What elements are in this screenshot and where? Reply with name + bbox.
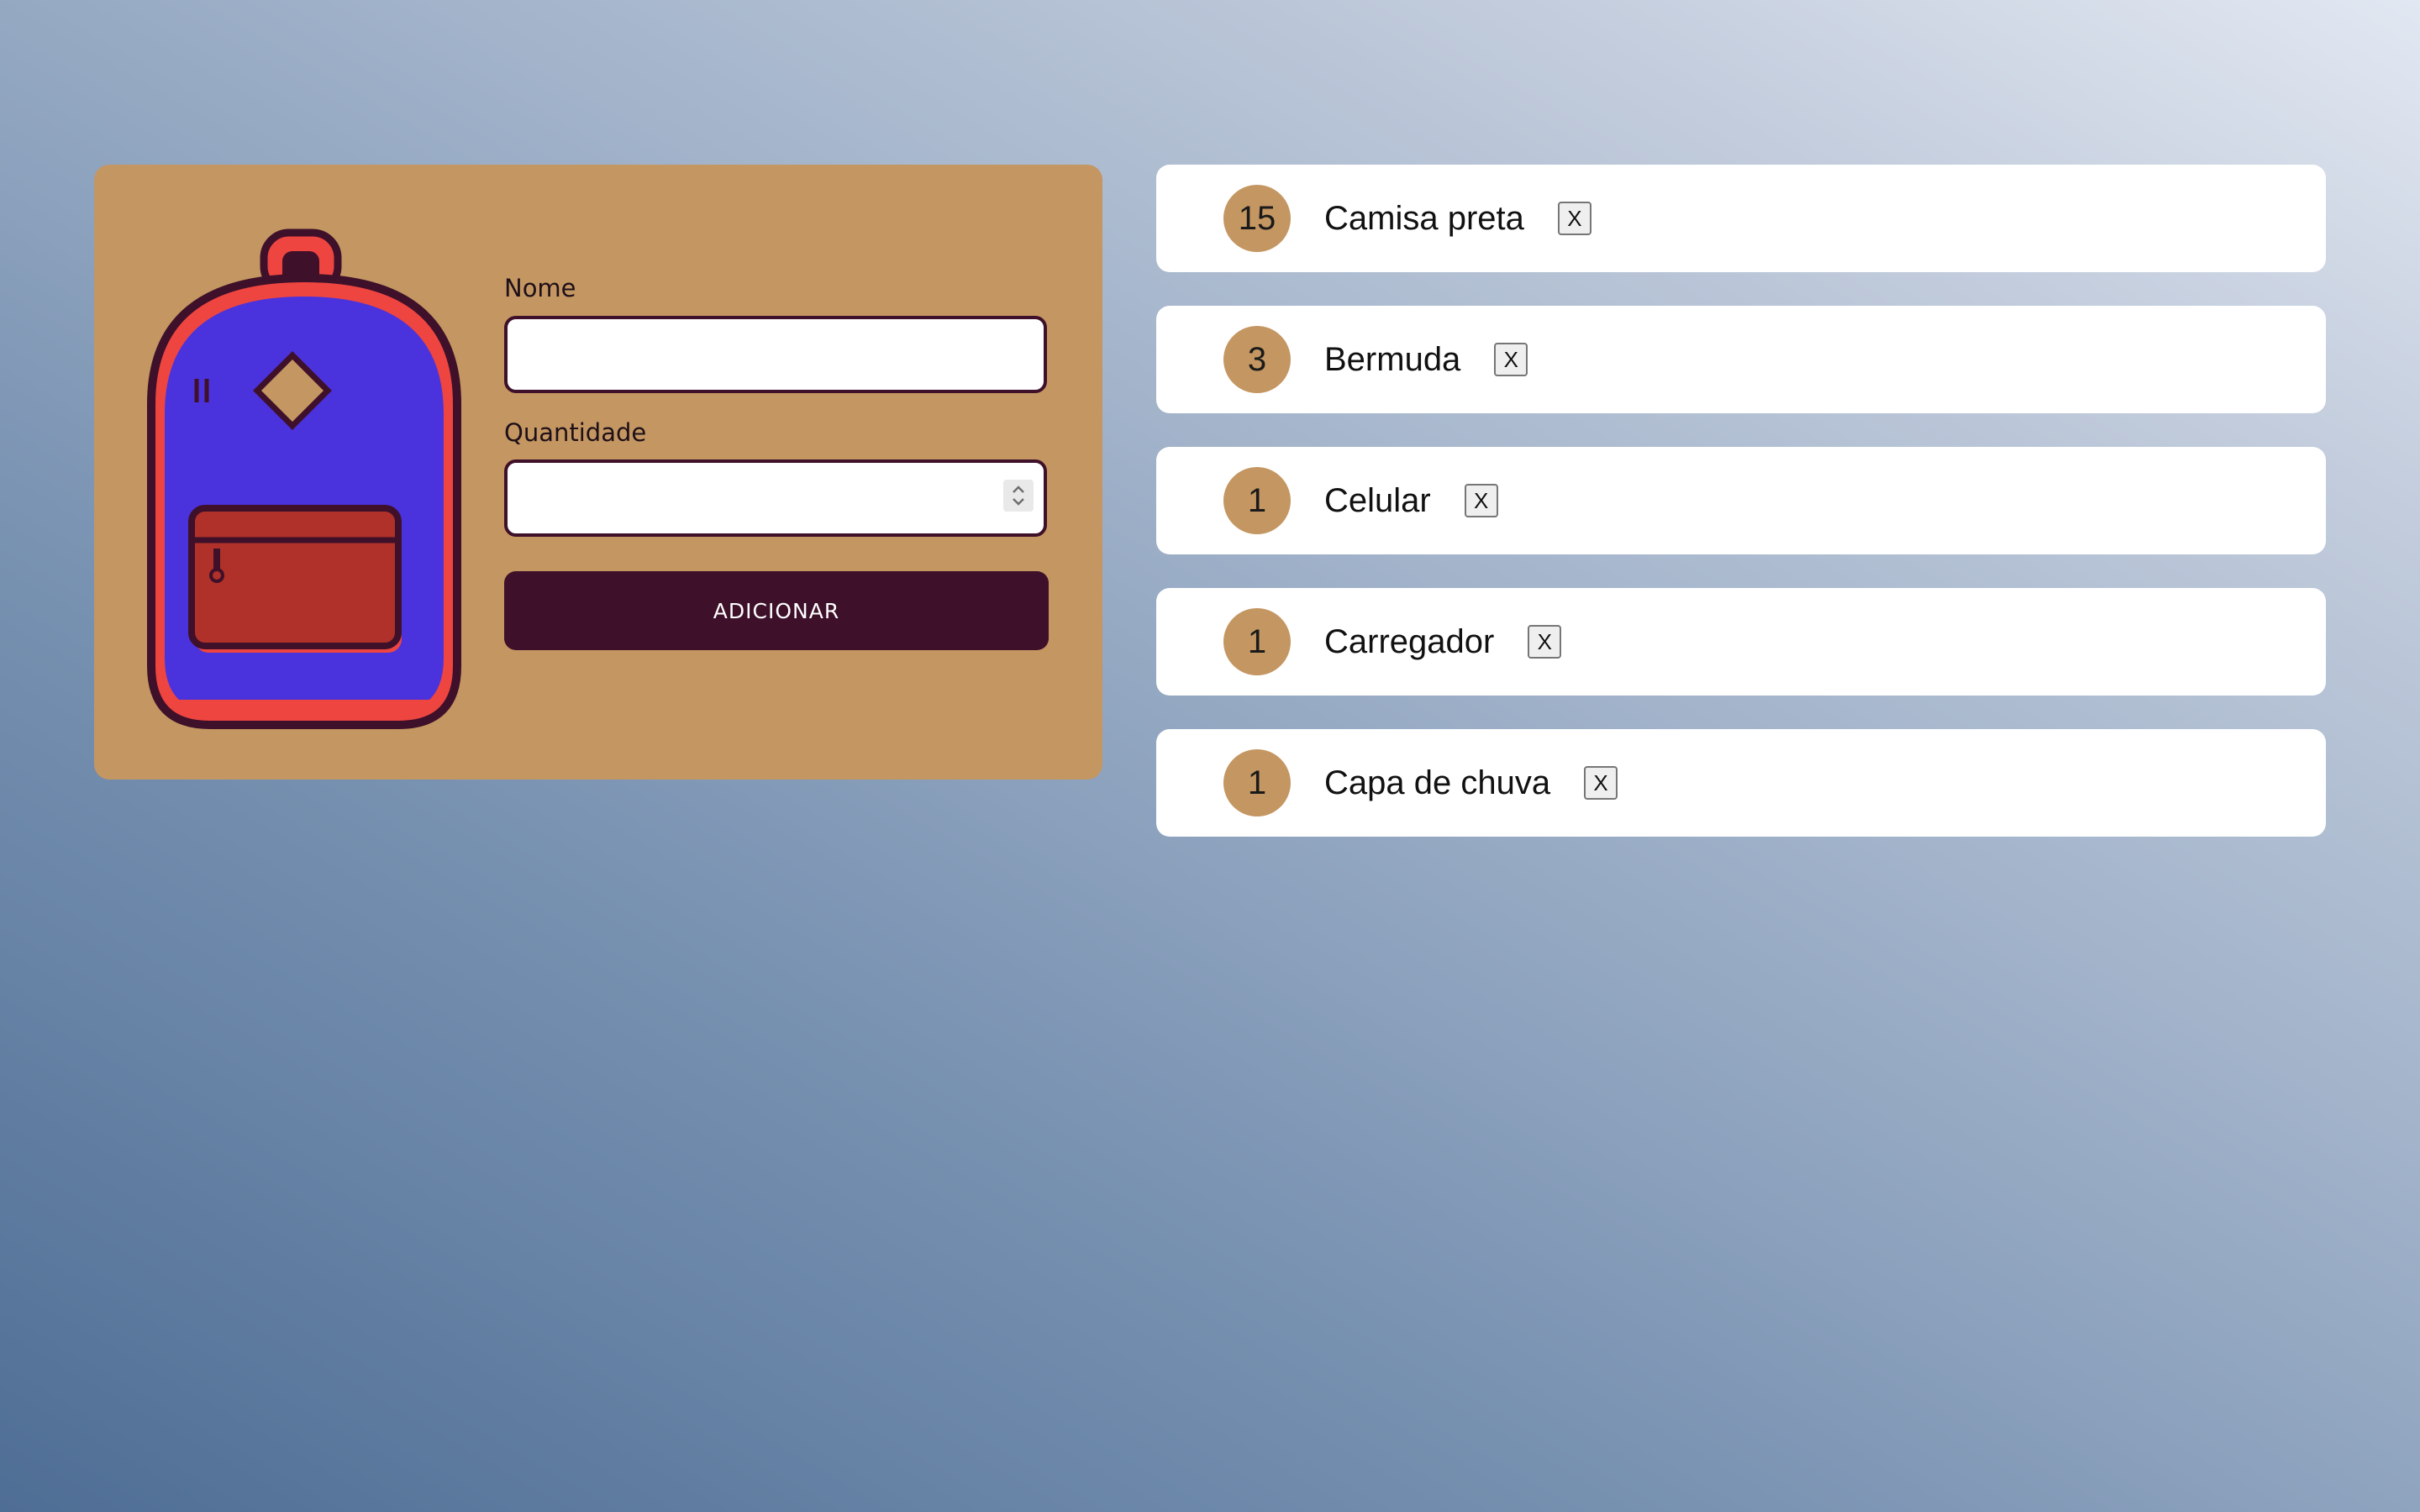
backpack-icon [145, 228, 464, 732]
name-input[interactable] [504, 316, 1047, 393]
item-name: Camisa preta [1324, 199, 1524, 237]
item-list: 15 Camisa preta X 3 Bermuda X 1 Celular … [1156, 165, 2326, 870]
name-label: Nome [504, 274, 576, 302]
quantity-badge: 15 [1223, 185, 1291, 252]
list-item: 1 Carregador X [1156, 588, 2326, 696]
add-button[interactable]: ADICIONAR [504, 571, 1049, 650]
add-item-form: Nome Quantidade ADICIONAR [94, 165, 1102, 780]
delete-item-button[interactable]: X [1584, 766, 1618, 800]
list-item: 15 Camisa preta X [1156, 165, 2326, 272]
item-name: Bermuda [1324, 340, 1461, 378]
quantity-badge: 1 [1223, 749, 1291, 816]
quantity-badge: 3 [1223, 326, 1291, 393]
delete-item-button[interactable]: X [1464, 484, 1498, 517]
item-name: Carregador [1324, 622, 1495, 660]
quantity-badge: 1 [1223, 608, 1291, 675]
quantity-input[interactable] [504, 459, 1047, 537]
quantity-label: Quantidade [504, 418, 647, 447]
list-item: 1 Capa de chuva X [1156, 729, 2326, 837]
delete-item-button[interactable]: X [1528, 625, 1562, 659]
list-item: 3 Bermuda X [1156, 306, 2326, 413]
item-name: Capa de chuva [1324, 764, 1551, 801]
list-item: 1 Celular X [1156, 447, 2326, 554]
delete-item-button[interactable]: X [1494, 343, 1528, 376]
delete-item-button[interactable]: X [1557, 202, 1591, 235]
chevron-up-icon [1013, 486, 1024, 493]
item-name: Celular [1324, 481, 1431, 519]
quantity-field [504, 459, 1049, 538]
quantity-badge: 1 [1223, 467, 1291, 534]
quantity-stepper[interactable] [1003, 480, 1034, 512]
chevron-down-icon [1013, 498, 1024, 506]
